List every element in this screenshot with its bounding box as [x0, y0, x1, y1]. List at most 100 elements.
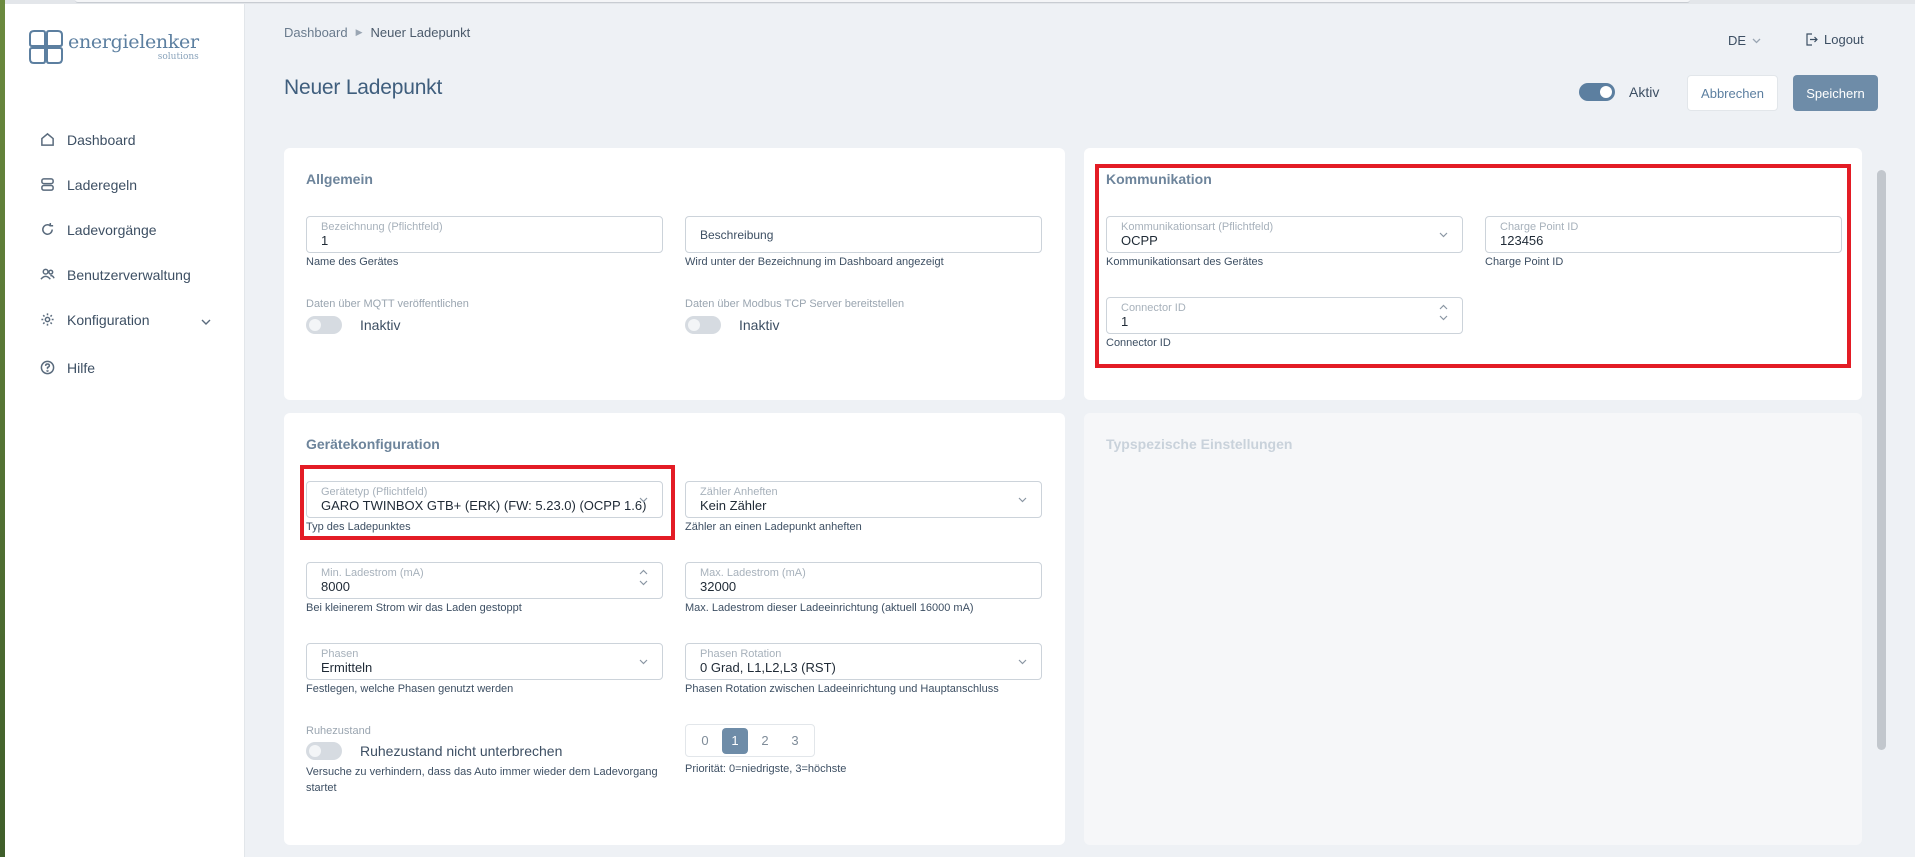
active-toggle[interactable]: Aktiv — [1579, 83, 1659, 101]
refresh-icon — [39, 222, 55, 238]
nav-item-label: Laderegeln — [67, 176, 138, 193]
active-label: Aktiv — [1629, 84, 1660, 100]
chevron-down-icon — [1439, 232, 1448, 238]
prio-option-0[interactable]: 0 — [692, 728, 718, 754]
nav-item-benutzerverwaltung[interactable]: Benutzerverwaltung — [5, 252, 245, 297]
nav-item-konfiguration[interactable]: Konfiguration — [5, 297, 245, 342]
chevron-down-icon — [639, 497, 648, 503]
stepper-arrows[interactable] — [1439, 304, 1448, 321]
chevron-down-icon[interactable] — [639, 580, 648, 586]
field-value: GARO TWINBOX GTB+ (ERK) (FW: 5.23.0) (OC… — [321, 498, 647, 513]
sidebar: energielenker solutions Dashboard Ladere… — [5, 4, 245, 857]
field-label: Max. Ladestrom (mA) — [700, 567, 806, 579]
brand-logo[interactable]: energielenker solutions — [28, 29, 199, 65]
charge-point-id-field[interactable]: Charge Point ID 123456 — [1485, 216, 1842, 253]
field-value: 0 Grad, L1,L2,L3 (RST) — [700, 660, 836, 675]
mqtt-switch[interactable] — [306, 316, 342, 334]
mqtt-label: Daten über MQTT veröffentlichen — [306, 298, 469, 310]
chevron-down-icon — [1752, 38, 1761, 43]
modbus-state: Inaktiv — [739, 317, 780, 333]
field-value: 1 — [1121, 314, 1129, 329]
prio-option-3[interactable]: 3 — [782, 728, 808, 754]
prio-option-1[interactable]: 1 — [722, 727, 748, 754]
modbus-switch[interactable] — [685, 316, 721, 334]
field-value: 1 — [321, 233, 329, 248]
nav-item-hilfe[interactable]: Hilfe — [5, 345, 245, 390]
connector-id-stepper[interactable]: Connector ID 1 — [1106, 297, 1463, 334]
field-value: 123456 — [1500, 233, 1544, 248]
field-hint: Charge Point ID — [1485, 256, 1564, 268]
field-label: Gerätetyp (Pflichtfeld) — [321, 486, 428, 498]
language-select[interactable]: DE — [1728, 33, 1761, 48]
field-hint: Typ des Ladepunktes — [306, 521, 411, 533]
ruhezustand-toggle[interactable]: Ruhezustand nicht unterbrechen — [306, 742, 562, 760]
gear-icon — [39, 312, 55, 328]
logout-icon — [1806, 33, 1818, 46]
kommunikationsart-select[interactable]: Kommunikationsart (Pflichtfeld) OCPP — [1106, 216, 1463, 253]
chevron-up-icon[interactable] — [1439, 304, 1448, 310]
page-scrollbar-thumb[interactable] — [1877, 170, 1886, 750]
save-button[interactable]: Speichern — [1793, 75, 1878, 111]
brand-name: energielenker — [68, 30, 199, 53]
ruhezustand-label: Ruhezustand — [306, 725, 371, 737]
breadcrumb: Dashboard ▶ Neuer Ladepunkt — [284, 25, 470, 40]
card-title: Kommunikation — [1106, 171, 1212, 187]
nav-item-label: Dashboard — [67, 131, 136, 148]
logout-button[interactable]: Logout — [1805, 32, 1864, 47]
field-label: Bezeichnung (Pflichtfeld) — [321, 221, 443, 233]
ruhezustand-switch[interactable] — [306, 742, 342, 760]
geraetetyp-select[interactable]: Gerätetyp (Pflichtfeld) GARO TWINBOX GTB… — [306, 481, 663, 518]
mqtt-toggle[interactable]: Inaktiv — [306, 316, 400, 334]
nav-item-dashboard[interactable]: Dashboard — [5, 117, 245, 162]
chevron-down-icon — [201, 312, 211, 328]
field-label: Kommunikationsart (Pflichtfeld) — [1121, 221, 1274, 233]
field-hint: Name des Gerätes — [306, 256, 399, 268]
breadcrumb-separator-icon: ▶ — [355, 27, 363, 37]
browser-top-strip — [0, 0, 1915, 4]
field-label: Charge Point ID — [1500, 221, 1579, 233]
field-hint: Wird unter der Bezeichnung im Dashboard … — [685, 256, 944, 268]
field-hint: Connector ID — [1106, 337, 1171, 349]
ruhezustand-state: Ruhezustand nicht unterbrechen — [360, 743, 563, 759]
field-hint: Phasen Rotation zwischen Ladeeinrichtung… — [685, 683, 999, 695]
nav-item-ladevorgaenge[interactable]: Ladevorgänge — [5, 207, 245, 252]
field-hint: Versuche zu verhindern, dass das Auto im… — [306, 766, 658, 794]
chevron-up-icon[interactable] — [639, 569, 648, 575]
breadcrumb-root[interactable]: Dashboard — [284, 25, 348, 40]
card-title: Typspezische Einstellungen — [1106, 436, 1293, 452]
field-placeholder: Beschreibung — [700, 228, 774, 242]
min-ladestrom-stepper[interactable]: Min. Ladestrom (mA) 8000 — [306, 562, 663, 599]
field-value: Kein Zähler — [700, 498, 767, 513]
phasen-rotation-select[interactable]: Phasen Rotation 0 Grad, L1,L2,L3 (RST) — [685, 643, 1042, 680]
chevron-down-icon — [639, 659, 648, 665]
field-value: OCPP — [1121, 233, 1158, 248]
field-hint: Bei kleinerem Strom wir das Laden gestop… — [306, 602, 522, 614]
clover-logo-icon — [29, 30, 63, 64]
zaehler-select[interactable]: Zähler Anheften Kein Zähler — [685, 481, 1042, 518]
beschreibung-field[interactable]: Beschreibung — [685, 216, 1042, 253]
users-icon — [39, 267, 55, 283]
modbus-toggle[interactable]: Inaktiv — [685, 316, 779, 334]
card-geraetekonfiguration: Gerätekonfiguration Gerätetyp (Pflichtfe… — [284, 413, 1065, 845]
cancel-button[interactable]: Abbrechen — [1687, 75, 1778, 111]
logout-label: Logout — [1824, 32, 1864, 47]
brand-sub: solutions — [157, 51, 199, 62]
field-label: Phasen Rotation — [700, 648, 782, 660]
field-label: Zähler Anheften — [700, 486, 778, 498]
field-hint: Festlegen, welche Phasen genutzt werden — [306, 683, 514, 695]
breadcrumb-current: Neuer Ladepunkt — [370, 25, 471, 40]
card-title: Allgemein — [306, 171, 373, 187]
field-value: 8000 — [321, 579, 350, 594]
stepper-arrows[interactable] — [639, 569, 648, 586]
help-icon — [39, 360, 55, 376]
prio-option-2[interactable]: 2 — [752, 728, 778, 754]
max-ladestrom-field[interactable]: Max. Ladestrom (mA) 32000 — [685, 562, 1042, 599]
card-allgemein: Allgemein Bezeichnung (Pflichtfeld) 1 Na… — [284, 148, 1065, 400]
mqtt-state: Inaktiv — [360, 317, 401, 333]
active-switch[interactable] — [1579, 83, 1615, 101]
chevron-down-icon[interactable] — [1439, 315, 1448, 321]
bezeichnung-field[interactable]: Bezeichnung (Pflichtfeld) 1 — [306, 216, 663, 253]
nav-item-laderegeln[interactable]: Laderegeln — [5, 162, 245, 207]
phasen-select[interactable]: Phasen Ermitteln — [306, 643, 663, 680]
field-hint: Kommunikationsart des Gerätes — [1106, 256, 1264, 268]
